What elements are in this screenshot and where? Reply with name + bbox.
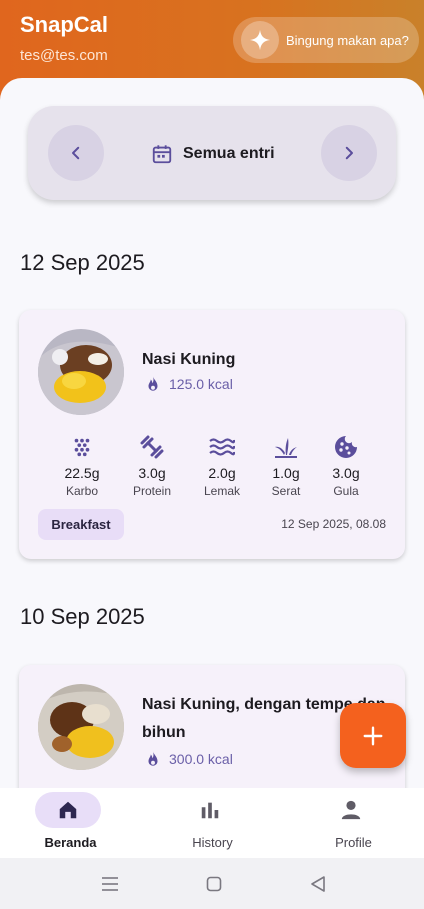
nav-icon-container [177,792,243,828]
fire-icon [148,751,158,766]
food-name: Nasi Kuning [142,351,236,368]
chevron-right-icon [345,146,353,160]
plus-icon [363,726,383,745]
calorie-value: 300.0 kcal [169,751,233,767]
home-button-icon[interactable] [206,876,222,892]
app-title: SnapCal [20,12,109,37]
nutrient-label: Protein [132,484,172,498]
date-filter-label: Semua entri [183,145,275,162]
grain-icon [52,434,112,460]
home-icon [59,801,77,819]
next-date-button[interactable] [321,125,377,181]
grass-icon [256,434,316,460]
calorie-info: 300.0 kcal [144,749,233,769]
nutrient-label: Lemak [203,484,241,498]
nav-active-indicator [35,792,101,828]
nutrient-amount: 2.0g [208,465,236,481]
entry-timestamp: 12 Sep 2025, 08.08 [281,517,386,531]
calorie-value: 125.0 kcal [169,376,233,392]
waves-icon [192,434,252,460]
ai-suggestion-label: Bingung makan apa? [286,32,409,48]
fire-icon [148,376,158,391]
date-filter-selector[interactable]: Semua entri [151,143,275,165]
recent-apps-icon[interactable] [101,876,119,892]
dumbbell-icon [122,434,182,460]
food-photo [38,329,124,415]
food-entry-card[interactable]: Nasi Kuning 125.0 kcal 22.5g Karbo 3.0g … [19,310,405,559]
nutrient-amount: 3.0g [332,465,360,481]
meal-type-badge: Breakfast [38,509,124,540]
nav-label: Beranda [44,835,97,850]
chevron-left-icon [72,146,80,160]
calendar-icon [152,145,172,164]
date-group-heading: 12 Sep 2025 [20,250,145,275]
person-icon [341,800,361,820]
bottom-navigation: Beranda History Profile [0,788,424,858]
nav-icon-container [318,792,384,828]
nutrient-sugar: 3.0g Gula [316,434,376,498]
nutrient-amount: 1.0g [272,465,300,481]
cookie-icon [316,434,376,460]
bar-chart-icon [201,802,219,819]
user-email: tes@tes.com [20,47,108,64]
main-content: Semua entri 12 Sep 2025 Nasi Kuning 125.… [0,78,424,788]
sparkle-icon [241,21,279,59]
previous-date-button[interactable] [48,125,104,181]
nav-item-history[interactable]: History [142,788,283,858]
nav-item-profile[interactable]: Profile [283,788,424,858]
back-icon[interactable] [310,875,326,893]
nutrient-fat: 2.0g Lemak [192,434,252,498]
nutrient-label: Gula [333,484,359,498]
food-photo [38,684,124,770]
ai-suggestion-button[interactable]: Bingung makan apa? [233,17,419,63]
nutrient-amount: 3.0g [138,465,166,481]
date-filter: Semua entri [28,106,396,200]
nav-label: History [192,835,233,850]
nutrient-label: Karbo [65,484,99,498]
nav-item-beranda[interactable]: Beranda [0,788,141,858]
nutrient-fiber: 1.0g Serat [256,434,316,498]
nutrient-label: Serat [271,484,301,498]
system-navigation-bar [0,858,424,909]
add-entry-button[interactable] [340,703,406,768]
nutrient-carbs: 22.5g Karbo [52,434,112,498]
nutrient-protein: 3.0g Protein [122,434,182,498]
calorie-info: 125.0 kcal [144,374,233,394]
nutrient-amount: 22.5g [64,465,100,481]
date-group-heading: 10 Sep 2025 [20,604,145,629]
nav-label: Profile [335,835,372,850]
